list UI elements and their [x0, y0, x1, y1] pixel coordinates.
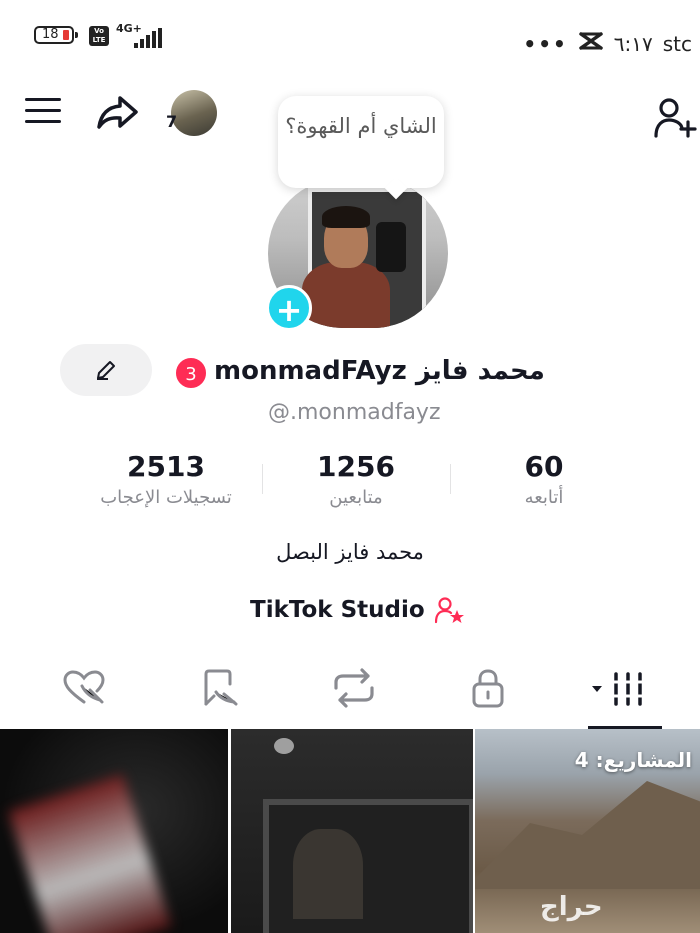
bio-text: محمد فايز البصل	[276, 540, 424, 564]
signal-strength-icon	[134, 28, 162, 48]
videos-grid-icon[interactable]	[590, 668, 650, 708]
stat-followers[interactable]: 1256 متابعين	[266, 450, 446, 508]
status-right: ••• ٦:١٧ stc	[523, 30, 692, 57]
capcut-icon	[578, 30, 604, 57]
followers-count: 1256	[317, 450, 395, 483]
add-friend-icon[interactable]	[653, 96, 697, 140]
video-thumbnail[interactable]	[0, 729, 228, 933]
watermark: حراج	[540, 892, 603, 922]
add-story-button[interactable]: +	[266, 285, 312, 331]
tiktok-studio-link[interactable]: TikTok Studio	[250, 596, 465, 624]
stat-following[interactable]: 60 أتابعه	[454, 450, 634, 508]
more-notifications-icon: •••	[523, 31, 568, 56]
clock: ٦:١٧	[613, 31, 653, 56]
followers-label: متابعين	[329, 487, 383, 508]
battery-level-text: 18	[42, 27, 59, 42]
liked-hidden-icon[interactable]	[60, 668, 108, 708]
friends-avatar[interactable]	[171, 90, 217, 136]
video-thumbnail[interactable]	[231, 729, 473, 933]
creator-star-icon	[434, 597, 464, 624]
following-label: أتابعه	[524, 487, 564, 508]
tiktok-studio-label: TikTok Studio	[250, 597, 425, 623]
username[interactable]: @.monmadfayz	[268, 400, 441, 425]
friends-count: 7	[166, 112, 178, 131]
likes-count: 2513	[127, 450, 205, 483]
note-bubble[interactable]: الشاي أم القهوة؟	[278, 96, 444, 188]
battery-level-fill	[63, 30, 69, 40]
carrier-name: stc	[662, 31, 692, 56]
likes-label: تسجيلات الإعجاب	[100, 487, 232, 508]
private-lock-icon[interactable]	[464, 668, 512, 708]
repost-icon[interactable]	[330, 668, 378, 708]
stat-likes[interactable]: 2513 تسجيلات الإعجاب	[76, 450, 256, 508]
display-name: محمد فايز monmadFAyz	[214, 356, 545, 386]
thumbnail-dot	[274, 738, 294, 754]
notification-badge[interactable]: 3	[174, 356, 208, 390]
volte-icon: Vo LTE	[89, 26, 109, 46]
share-profile-icon[interactable]	[96, 92, 140, 132]
divider	[262, 464, 263, 494]
edit-name-button[interactable]	[60, 344, 152, 396]
favorites-hidden-icon[interactable]	[198, 668, 246, 708]
menu-icon[interactable]	[25, 98, 61, 124]
battery-icon: 18	[34, 26, 78, 44]
following-count: 60	[524, 450, 564, 483]
divider	[450, 464, 451, 494]
drafts-label: المشاريع: 4	[574, 748, 692, 772]
